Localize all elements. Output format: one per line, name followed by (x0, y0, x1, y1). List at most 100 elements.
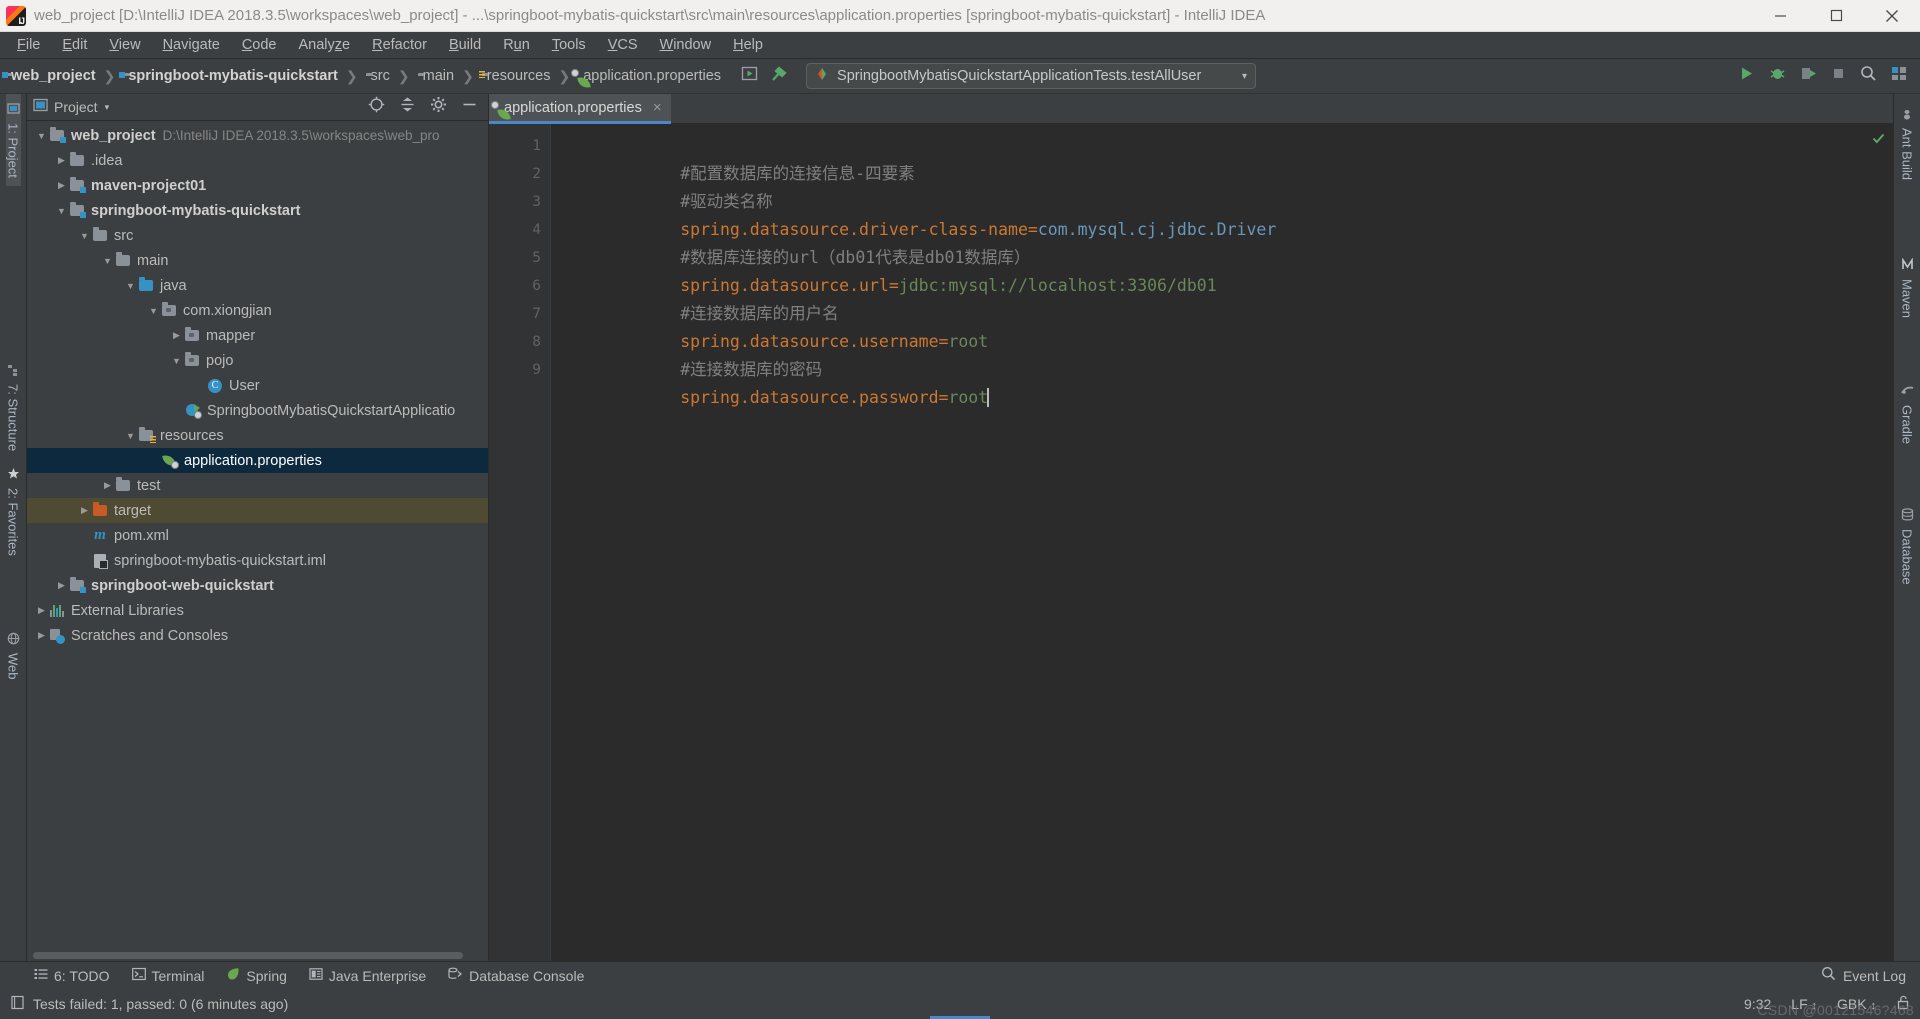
chevron-right-icon[interactable]: ▶ (55, 155, 68, 166)
breadcrumb-item-src[interactable]: src (366, 68, 390, 84)
scroll-from-source-icon[interactable] (368, 96, 385, 118)
menu-view[interactable]: View (98, 34, 151, 56)
tree-item-test[interactable]: ▶ test (27, 473, 488, 498)
sidebar-item-maven-tab[interactable]: Maven (1900, 250, 1915, 326)
tree-item-external-libraries[interactable]: ▶ External Libraries (27, 598, 488, 623)
folder-icon (114, 252, 132, 266)
menu-vcs[interactable]: VCS (597, 34, 649, 56)
bottom-item-spring[interactable]: Spring (226, 967, 287, 984)
tree-item-springboot-web-quickstart[interactable]: ▶ springboot-web-quickstart (27, 573, 488, 598)
hide-icon[interactable] (461, 96, 478, 118)
chevron-down-icon[interactable]: ▼ (101, 256, 114, 266)
sidebar-item-gradle-tab[interactable]: Gradle (1900, 376, 1915, 452)
tree-item-pom-xml[interactable]: m pom.xml (27, 523, 488, 548)
debug-icon[interactable] (1769, 65, 1786, 87)
scrollbar-thumb[interactable] (33, 952, 463, 959)
tree-item-resources[interactable]: ▼ resources (27, 423, 488, 448)
sidebar-item-web-tab[interactable]: Web (6, 624, 21, 688)
stop-icon[interactable] (1831, 66, 1846, 86)
event-log-button[interactable]: Event Log (1821, 966, 1920, 986)
sidebar-item-favorites-tab[interactable]: 2: Favorites (6, 459, 21, 564)
tree-item-target[interactable]: ▶ target (27, 498, 488, 523)
line-number: 8 (532, 334, 541, 350)
minimize-icon[interactable] (1752, 0, 1808, 32)
chevron-down-icon[interactable]: ▼ (78, 231, 91, 241)
chevron-down-icon[interactable]: ▼ (147, 306, 160, 316)
tree-item-springboot-mybatis-quickstart[interactable]: ▼ springboot-mybatis-quickstart (27, 198, 488, 223)
breadcrumb-item-application-properties[interactable]: application.properties (571, 68, 721, 89)
inspection-status-ok-icon[interactable] (1872, 130, 1885, 144)
chevron-down-icon[interactable]: ▼ (35, 131, 48, 141)
editor-body[interactable]: 1 2 3 4 5 6 7 8 9 #配置数据库的连接信息-四要素 #驱动类名称 (489, 124, 1893, 961)
menu-help[interactable]: Help (722, 34, 774, 56)
sidebar-item-structure-tab[interactable]: 7: Structure (6, 356, 21, 459)
breadcrumb-item-main[interactable]: main (418, 68, 454, 84)
tree-item-application-properties[interactable]: application.properties (27, 448, 488, 473)
tree-item-src[interactable]: ▼ src (27, 223, 488, 248)
chevron-right-icon[interactable]: ▶ (35, 630, 48, 641)
menu-edit[interactable]: Edit (51, 34, 98, 56)
tree-item-scratches-and-consoles[interactable]: ▶ Scratches and Consoles (27, 623, 488, 648)
menu-tools[interactable]: Tools (541, 34, 597, 56)
bottom-item-todo[interactable]: 6: TODO (34, 967, 110, 984)
chevron-down-icon[interactable]: ▼ (170, 356, 183, 366)
chevron-down-icon[interactable]: ▾ (105, 102, 110, 113)
tree-item-iml-file[interactable]: springboot-mybatis-quickstart.iml (27, 548, 488, 573)
tree-item-com-xiongjian[interactable]: ▼ com.xiongjian (27, 298, 488, 323)
menu-code[interactable]: Code (231, 34, 288, 56)
tab-application-properties[interactable]: application.properties × (489, 94, 671, 124)
tree-item-springboot-application-class[interactable]: SpringbootMybatisQuickstartApplicatio (27, 398, 488, 423)
chevron-right-icon[interactable]: ▶ (170, 330, 183, 341)
tree-item-pojo[interactable]: ▼ pojo (27, 348, 488, 373)
maximize-icon[interactable] (1808, 0, 1864, 32)
tree-item-maven-project01[interactable]: ▶ maven-project01 (27, 173, 488, 198)
tree-item-web-project[interactable]: ▼ web_project D:\IntelliJ IDEA 2018.3.5\… (27, 123, 488, 148)
todo-list-icon (34, 967, 48, 984)
menu-build[interactable]: Build (438, 34, 492, 56)
chevron-right-icon[interactable]: ▶ (78, 505, 91, 516)
menu-navigate[interactable]: Navigate (152, 34, 231, 56)
settings-layout-icon[interactable] (1891, 65, 1908, 87)
chevron-down-icon[interactable]: ▼ (124, 431, 137, 441)
close-icon[interactable]: × (653, 99, 662, 116)
breadcrumb-item-resources[interactable]: resources (482, 68, 551, 84)
collapse-all-icon[interactable] (399, 96, 416, 118)
build-hammer-icon[interactable] (770, 65, 788, 88)
bottom-item-database-console[interactable]: Database Console (448, 967, 584, 984)
tree-item-main[interactable]: ▼ main (27, 248, 488, 273)
chevron-right-icon[interactable]: ▶ (101, 480, 114, 491)
settings-gear-icon[interactable] (430, 96, 447, 118)
tree-item-idea[interactable]: ▶ .idea (27, 148, 488, 173)
make-project-icon[interactable] (741, 65, 758, 87)
close-icon[interactable] (1864, 0, 1920, 32)
chevron-down-icon[interactable]: ▼ (124, 281, 137, 291)
menu-refactor[interactable]: Refactor (361, 34, 438, 56)
bottom-item-terminal[interactable]: Terminal (131, 967, 204, 984)
search-everywhere-icon[interactable] (1860, 65, 1877, 87)
project-tree-horizontal-scrollbar[interactable] (33, 952, 463, 959)
chevron-right-icon[interactable]: ▶ (55, 580, 68, 591)
project-tree[interactable]: ▼ web_project D:\IntelliJ IDEA 2018.3.5\… (27, 121, 488, 961)
chevron-down-icon[interactable]: ▾ (1242, 71, 1247, 82)
breadcrumb-item-springboot-mybatis-quickstart[interactable]: springboot-mybatis-quickstart (123, 68, 337, 84)
sidebar-item-project-tab[interactable]: 1: Project (5, 94, 21, 186)
sidebar-item-ant-build-tab[interactable]: Ant Build (1900, 100, 1915, 188)
chevron-right-icon[interactable]: ▶ (35, 605, 48, 616)
run-coverage-icon[interactable] (1800, 65, 1817, 87)
chevron-right-icon[interactable]: ▶ (55, 180, 68, 191)
tree-item-mapper[interactable]: ▶ mapper (27, 323, 488, 348)
run-configuration-selector[interactable]: SpringbootMybatisQuickstartApplicationTe… (806, 63, 1257, 89)
sidebar-item-database-tab[interactable]: Database (1900, 500, 1915, 593)
breadcrumb-item-web-project[interactable]: web_project (6, 68, 96, 84)
code-text-area[interactable]: #配置数据库的连接信息-四要素 #驱动类名称 spring.datasource… (551, 124, 1893, 961)
menu-analyze[interactable]: Analyze (288, 34, 362, 56)
menu-run[interactable]: Run (492, 34, 541, 56)
bottom-item-java-enterprise[interactable]: Java Enterprise (309, 967, 426, 984)
run-icon[interactable] (1738, 65, 1755, 87)
menu-file[interactable]: File (6, 34, 51, 56)
tree-item-user-class[interactable]: C User (27, 373, 488, 398)
status-message-group[interactable]: Tests failed: 1, passed: 0 (6 minutes ag… (10, 995, 288, 1013)
menu-window[interactable]: Window (649, 34, 723, 56)
chevron-down-icon[interactable]: ▼ (55, 206, 68, 216)
tree-item-java[interactable]: ▼ java (27, 273, 488, 298)
